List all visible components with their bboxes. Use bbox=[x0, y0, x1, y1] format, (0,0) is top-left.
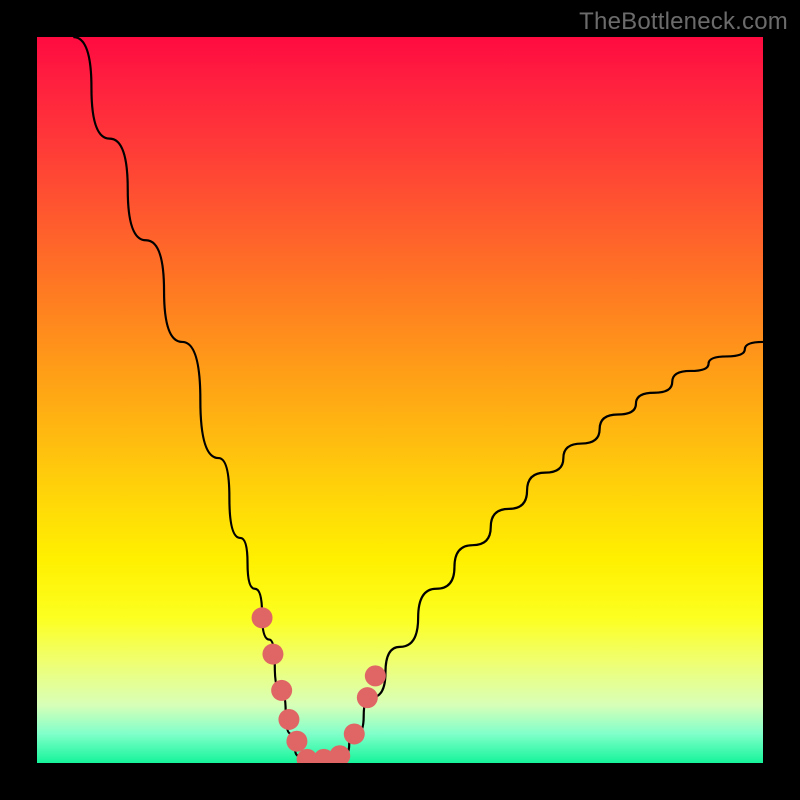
highlight-marker bbox=[271, 680, 292, 701]
highlight-marker bbox=[344, 723, 365, 744]
bottleneck-curve-path bbox=[73, 37, 763, 763]
chart-container: TheBottleneck.com bbox=[0, 0, 800, 800]
highlight-markers bbox=[252, 607, 386, 763]
bottleneck-curve bbox=[73, 37, 763, 763]
highlight-marker bbox=[357, 687, 378, 708]
plot-area bbox=[37, 37, 763, 763]
highlight-marker bbox=[252, 607, 273, 628]
chart-svg bbox=[37, 37, 763, 763]
highlight-marker bbox=[329, 745, 350, 763]
highlight-marker bbox=[365, 665, 386, 686]
watermark-text: TheBottleneck.com bbox=[579, 8, 788, 36]
highlight-marker bbox=[286, 731, 307, 752]
highlight-marker bbox=[262, 644, 283, 665]
highlight-marker bbox=[278, 709, 299, 730]
